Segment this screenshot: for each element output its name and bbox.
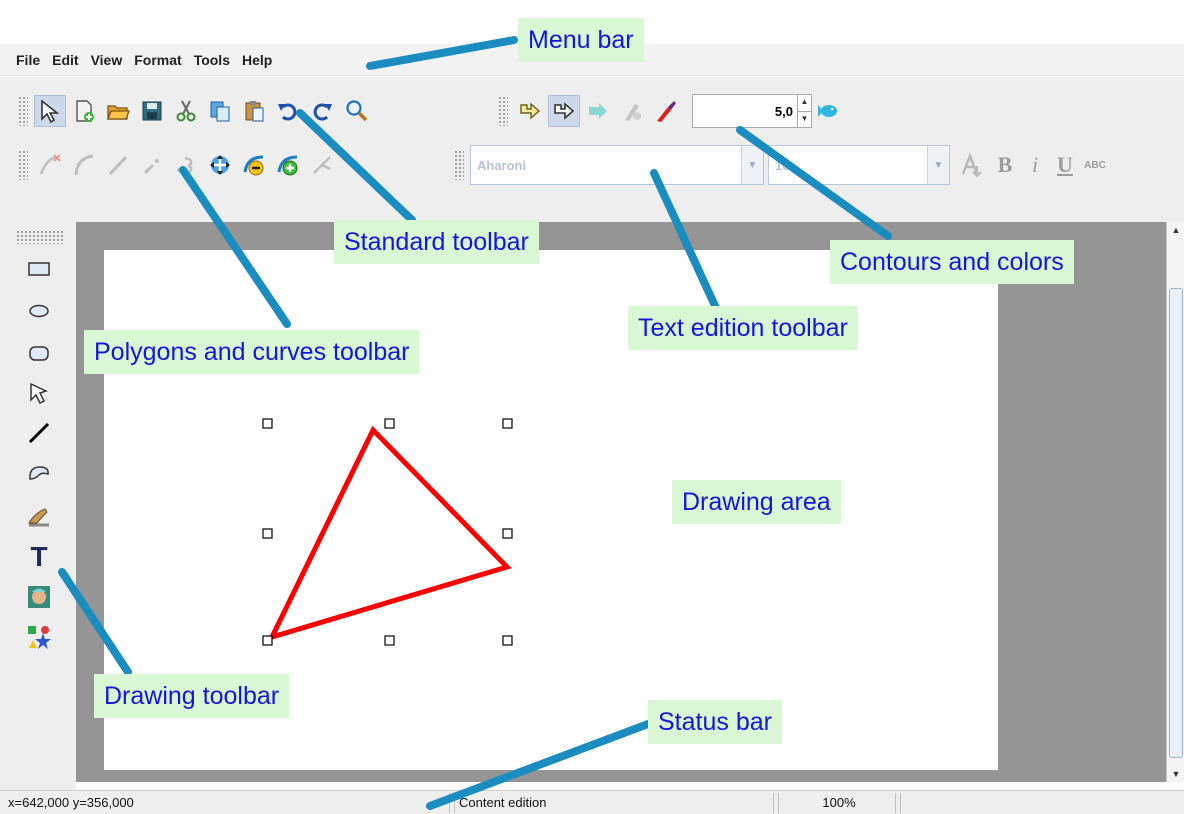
menu-view[interactable]: View — [91, 52, 133, 68]
menu-edit[interactable]: Edit — [52, 52, 88, 68]
drawing-toolbar: T — [0, 222, 76, 790]
save-floppy-icon[interactable] — [136, 95, 168, 127]
rectangle-icon[interactable] — [22, 252, 56, 286]
shadow-icon[interactable] — [616, 95, 648, 127]
standard-toolbar — [18, 91, 374, 131]
rounded-rect-icon[interactable] — [22, 336, 56, 370]
callout-drawing-toolbar: Drawing toolbar — [94, 674, 290, 718]
image-icon[interactable] — [22, 580, 56, 614]
callout-drawing-area: Drawing area — [672, 480, 841, 524]
contour-arrow-icon[interactable] — [514, 95, 546, 127]
select-arrow-icon[interactable] — [34, 95, 66, 127]
toolbar-grip[interactable] — [18, 150, 28, 180]
font-size-value: 10 — [775, 157, 790, 173]
curve-point-icon[interactable] — [170, 149, 202, 181]
spinner-down-icon[interactable]: ▼ — [798, 112, 811, 128]
caps-button[interactable]: ABC — [1080, 160, 1110, 171]
open-folder-icon[interactable] — [102, 95, 134, 127]
add-point-icon[interactable] — [34, 149, 66, 181]
bold-button[interactable]: B — [990, 152, 1020, 178]
chevron-down-icon[interactable]: ▼ — [741, 146, 763, 184]
chevron-down-icon[interactable]: ▼ — [927, 146, 949, 184]
curve-icon[interactable] — [68, 149, 100, 181]
ellipse-icon[interactable] — [22, 294, 56, 328]
callout-contours-colors: Contours and colors — [830, 240, 1074, 284]
callout-text-edition: Text edition toolbar — [628, 306, 858, 350]
scroll-down-icon[interactable]: ▼ — [1167, 766, 1184, 782]
polygon-icon[interactable] — [22, 376, 56, 410]
line-tool-icon[interactable] — [102, 149, 134, 181]
split-icon[interactable] — [306, 149, 338, 181]
font-name-value: Aharoni — [477, 157, 527, 173]
menu-file[interactable]: File — [16, 52, 50, 68]
status-mode: Content edition — [454, 793, 774, 813]
scrollbar-thumb[interactable] — [1169, 288, 1183, 758]
zoom-magnifier-icon[interactable] — [340, 95, 372, 127]
vertical-scrollbar[interactable]: ▲ ▼ — [1166, 222, 1184, 782]
toolbar-area: 5,0 ▲ ▼ Aharoni ▼ 10 ▼ B i U ABC — [0, 77, 1184, 222]
callout-status-bar: Status bar — [648, 700, 782, 744]
menu-tools[interactable]: Tools — [194, 52, 240, 68]
fish-color-icon[interactable] — [812, 95, 844, 127]
scroll-up-icon[interactable]: ▲ — [1167, 222, 1184, 238]
callout-polygons-curves: Polygons and curves toolbar — [84, 330, 420, 374]
font-size-combo[interactable]: 10 ▼ — [768, 145, 950, 185]
new-document-icon[interactable] — [68, 95, 100, 127]
toolbar-grip[interactable] — [498, 96, 508, 126]
toolbar-grip[interactable] — [16, 230, 64, 244]
status-coordinates: x=642,000 y=356,000 — [4, 793, 450, 813]
status-bar: x=642,000 y=356,000 Content edition 100% — [0, 790, 1184, 814]
toolbar-grip[interactable] — [454, 150, 464, 180]
toolbar-grip[interactable] — [18, 96, 28, 126]
contour-outline-icon[interactable] — [548, 95, 580, 127]
italic-button[interactable]: i — [1020, 152, 1050, 178]
paste-icon[interactable] — [238, 95, 270, 127]
add-point-green-icon[interactable] — [272, 149, 304, 181]
callout-menu-bar: Menu bar — [518, 18, 644, 62]
copy-icon[interactable] — [204, 95, 236, 127]
stroke-width-spinner[interactable]: 5,0 ▲ ▼ — [692, 94, 812, 128]
undo-icon[interactable] — [272, 95, 304, 127]
font-name-combo[interactable]: Aharoni ▼ — [470, 145, 764, 185]
text-color-icon[interactable] — [956, 149, 988, 181]
pencil-icon[interactable] — [136, 149, 168, 181]
redo-icon[interactable] — [306, 95, 338, 127]
text-tool-icon[interactable]: T — [22, 540, 56, 574]
spinner-buttons: ▲ ▼ — [797, 95, 811, 127]
stroke-width-value[interactable]: 5,0 — [693, 104, 797, 119]
cut-scissors-icon[interactable] — [170, 95, 202, 127]
polygons-curves-toolbar — [18, 145, 340, 185]
color-brush-icon[interactable] — [650, 95, 682, 127]
fill-arrow-icon[interactable] — [582, 95, 614, 127]
hand-edit-icon[interactable] — [22, 500, 56, 534]
remove-point-icon[interactable] — [238, 149, 270, 181]
contours-colors-toolbar: 5,0 ▲ ▼ — [498, 91, 846, 131]
line-icon[interactable] — [22, 416, 56, 450]
text-edition-toolbar: Aharoni ▼ 10 ▼ B i U ABC — [454, 145, 1110, 185]
menu-help[interactable]: Help — [242, 52, 282, 68]
spinner-up-icon[interactable]: ▲ — [798, 95, 811, 112]
shapes-star-icon[interactable] — [22, 620, 56, 654]
status-zoom: 100% — [778, 793, 896, 813]
menu-format[interactable]: Format — [134, 52, 191, 68]
freehand-closed-icon[interactable] — [22, 458, 56, 492]
callout-standard-toolbar: Standard toolbar — [334, 220, 539, 264]
underline-button[interactable]: U — [1050, 152, 1080, 178]
move-points-icon[interactable] — [204, 149, 236, 181]
status-extra — [900, 793, 1180, 813]
